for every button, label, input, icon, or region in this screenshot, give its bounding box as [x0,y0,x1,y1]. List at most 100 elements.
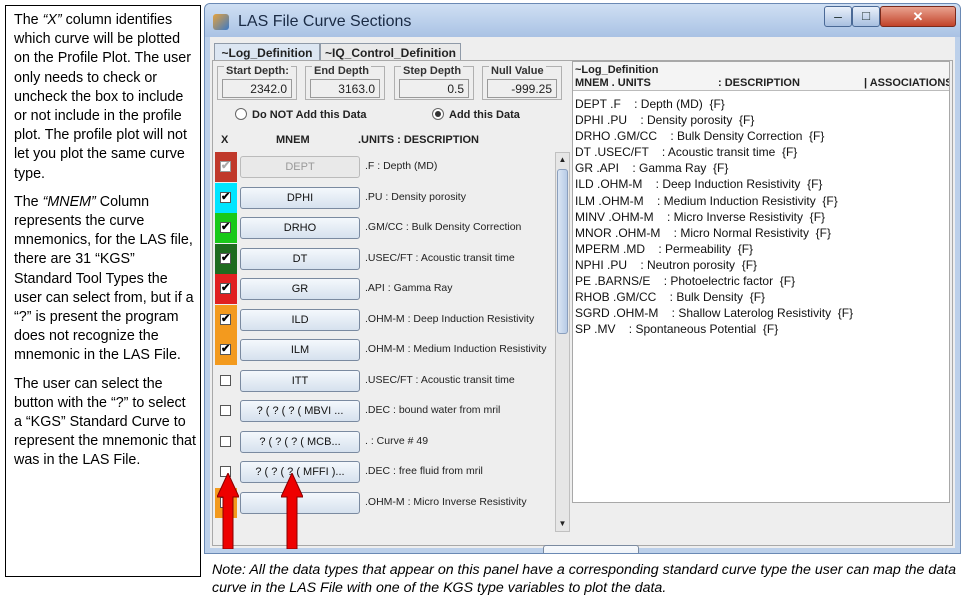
continue-button[interactable]: Continue [543,545,639,553]
curve-row: ✔ DT .USEC/FT : Acoustic transit time [215,243,551,274]
plot-checkbox[interactable]: ✔ [220,283,231,294]
start-depth-group: Start Depth: 2342.0 [217,65,297,100]
text-area-section-title: ~Log_Definition [575,64,659,76]
end-depth-group: End Depth 3163.0 [305,65,385,100]
curve-units-description: .USEC/FT : Acoustic transit time [365,251,515,264]
curve-units-description: .DEC : bound water from mril [365,404,501,416]
plot-checkbox[interactable]: ✔ [220,313,231,325]
null-value-label: Null Value [489,65,546,77]
plot-checkbox[interactable] [220,405,231,416]
step-depth-field[interactable]: 0.5 [399,79,469,98]
curve-color-swatch: ✔ [215,304,237,335]
curve-color-swatch: ✔ [215,213,237,243]
log-definition-line: DPHI .PU : Density porosity {F} [575,113,755,128]
step-depth-label: Step Depth [401,65,464,77]
curve-units-description: .OHM-M : Deep Induction Resistivity [365,312,535,325]
tab-log-definition[interactable]: ~Log_Definition [214,43,320,61]
mnemonic-button[interactable]: ILM [240,339,360,361]
plot-checkbox[interactable]: ✔ [220,222,231,233]
java-app-icon [213,14,229,30]
text-area-col-description: : DESCRIPTION [718,77,800,89]
curve-color-swatch: ✔ [215,152,237,182]
radio-circle-off [235,108,247,120]
start-depth-label: Start Depth: [224,65,291,77]
las-curve-window: LAS File Curve Sections – □ ✕ ~Log_Defin… [204,3,961,554]
red-arrow-x-column [217,473,239,549]
mnemonic-button[interactable]: DPHI [240,186,360,209]
curve-units-description: .PU : Density porosity [365,190,466,203]
curve-units-description: .GM/CC : Bulk Density Correction [365,221,522,233]
curve-color-swatch: ✔ [215,335,237,365]
log-definition-line: SGRD .OHM-M : Shallow Laterolog Resistiv… [575,306,854,321]
curve-units-description: .F : Depth (MD) [365,160,438,172]
plot-checkbox[interactable]: ✔ [220,344,231,355]
maximize-button[interactable]: □ [852,6,880,27]
mnemonic-button: DEPT [240,156,360,178]
end-depth-field[interactable]: 3163.0 [310,79,380,98]
mnemonic-button[interactable]: ? ( ? ( ? ( MCB... [240,430,360,453]
log-definition-line: MINV .OHM-M : Micro Inverse Resistivity … [575,209,826,224]
curve-row: ✔ DPHI .PU : Density porosity [215,182,551,213]
null-value-group: Null Value -999.25 [482,65,562,100]
minimize-icon: – [834,8,842,24]
curve-units-description: .DEC : free fluid from mril [365,465,483,477]
log-definition-line: MPERM .MD : Permeability {F} [575,241,754,256]
log-definition-line: DRHO .GM/CC : Bulk Density Correction {F… [575,129,825,144]
title-bar[interactable]: LAS File Curve Sections – □ ✕ [205,4,960,37]
tab-iq-control-definition[interactable]: ~IQ_Control_Definition [320,43,461,61]
curve-list-scrollbar[interactable]: ▲ ▼ [555,152,570,532]
plot-checkbox: ✔ [220,160,231,172]
curve-row: ✔ ILD .OHM-M : Deep Induction Resistivity [215,304,551,335]
window-title: LAS File Curve Sections [238,13,412,30]
step-depth-group: Step Depth 0.5 [394,65,474,100]
curve-row: ✔ DEPT .F : Depth (MD) [215,152,551,182]
curve-row: ITT .USEC/FT : Acoustic transit time [215,366,551,396]
log-definition-line: DT .USEC/FT : Acoustic transit time {F} [575,145,798,160]
radio-do-not-add[interactable]: Do NOT Add this Data [235,108,366,121]
log-definition-text-area[interactable]: ~Log_Definition MNEM . UNITS : DESCRIPTI… [572,61,950,503]
mnemonic-button[interactable]: DT [240,247,360,270]
log-definition-line: GR .API : Gamma Ray {F} [575,161,729,176]
curve-row: ? ( ? ( ? ( MCB... . : Curve # 49 [215,427,551,457]
annotation-panel: The “X” column identifies which curve wi… [5,5,201,577]
curve-units-description: .API : Gamma Ray [365,282,453,294]
mnemonic-button[interactable]: ? ( ? ( ? ( MBVI ... [240,400,360,422]
text-area-lines: DEPT .F : Depth (MD) {F} DPHI .PU : Densi… [575,96,853,337]
text-area-col-mnem-units: MNEM . UNITS [575,77,651,89]
log-definition-line: RHOB .GM/CC : Bulk Density {F} [575,290,766,305]
mnemonic-button[interactable]: GR [240,278,360,300]
plot-checkbox[interactable] [220,435,231,447]
plot-checkbox[interactable] [220,374,231,386]
mnemonic-button[interactable]: ITT [240,369,360,392]
column-header-mnem: MNEM [276,134,310,146]
radio-do-not-add-label: Do NOT Add this Data [252,109,367,121]
close-icon: ✕ [912,9,924,24]
scroll-thumb[interactable] [557,169,568,334]
mnemonic-button[interactable]: ILD [240,308,360,331]
log-definition-line: ILD .OHM-M : Deep Induction Resistivity … [575,177,823,192]
curve-color-swatch [215,366,237,396]
maximize-icon: □ [862,8,870,23]
red-arrow-mnem-column [281,473,303,549]
curve-list: ✔ DEPT .F : Depth (MD) ✔ DPHI .PU : Density p… [215,152,551,532]
plot-checkbox[interactable]: ✔ [220,191,231,203]
scroll-up-icon[interactable]: ▲ [556,153,569,167]
curve-color-swatch: ✔ [215,274,237,304]
scroll-down-icon[interactable]: ▼ [556,517,569,531]
curve-row: ✔ DRHO .GM/CC : Bulk Density Correction [215,213,551,243]
radio-add[interactable]: Add this Data [432,108,520,121]
log-definition-line: NPHI .PU : Neutron porosity {F} [575,257,758,272]
text-area-header: ~Log_Definition MNEM . UNITS : DESCRIPTI… [573,62,949,91]
plot-checkbox[interactable]: ✔ [220,252,231,264]
minimize-button[interactable]: – [824,6,852,27]
null-value-field[interactable]: -999.25 [487,79,557,98]
start-depth-field[interactable]: 2342.0 [222,79,292,98]
curve-row: ✔ ILM .OHM-M : Medium Induction Resistivit… [215,335,551,365]
mnemonic-button[interactable]: DRHO [240,217,360,239]
log-definition-panel: Start Depth: 2342.0 End Depth 3163.0 Ste… [212,60,953,553]
curve-color-swatch: ✔ [215,182,237,213]
annotation-mnem-column: The “MNEM” Column represents the curve m… [14,193,194,364]
curve-color-swatch [215,396,237,426]
close-button[interactable]: ✕ [880,6,956,27]
log-definition-line: PE .BARNS/E : Photoelectric factor {F} [575,274,796,289]
